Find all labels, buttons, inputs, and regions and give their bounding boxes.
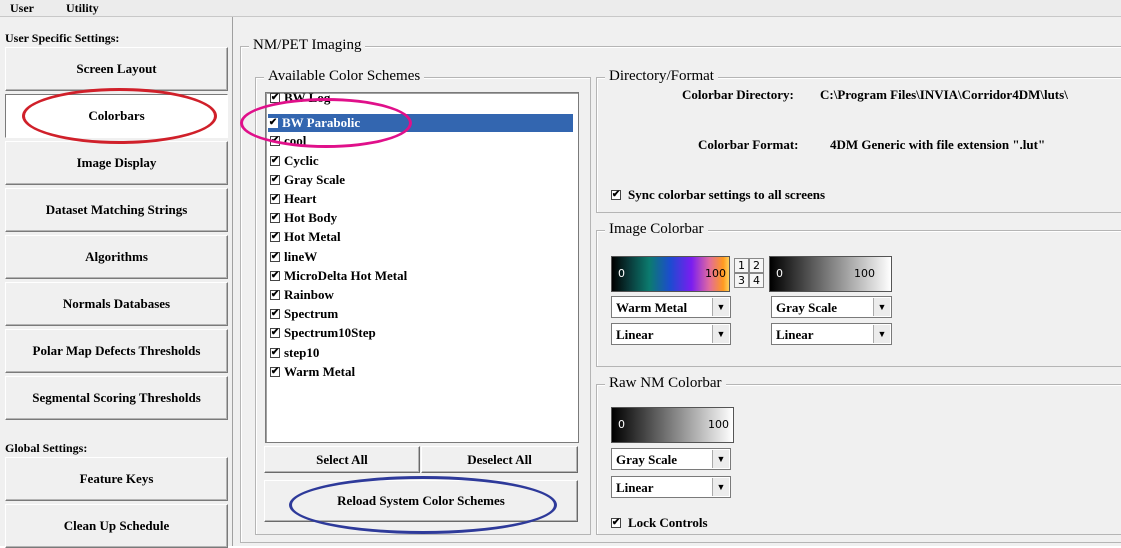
checkbox-checked-icon[interactable]: ✔ [611,190,621,200]
menu-user[interactable]: User [10,1,34,16]
chevron-down-icon[interactable]: ▼ [712,478,729,496]
checkbox-checked-icon[interactable]: ✔ [270,93,280,103]
nm-pet-imaging-title: NM/PET Imaging [249,37,366,54]
main-panel: NM/PET Imaging Available Color Schemes ✔… [233,17,1121,546]
checkbox-checked-icon[interactable]: ✔ [611,518,621,528]
sidebar-item-algorithms[interactable]: Algorithms [5,235,228,279]
chevron-down-icon[interactable]: ▼ [712,298,729,316]
checkbox-checked-icon[interactable]: ✔ [268,118,278,128]
colorbar-directory-label: Colorbar Directory: [682,87,794,102]
image-colorbar-title: Image Colorbar [605,221,708,238]
color-scheme-list[interactable]: ✔ BW Log ✔ BW Parabolic ✔ cool ✔ Cyclic ✔ Gra… [265,92,579,443]
chevron-down-icon[interactable]: ▼ [712,450,729,468]
checkbox-checked-icon[interactable]: ✔ [270,194,280,204]
sync-colorbar-checkbox[interactable]: ✔ Sync colorbar settings to all screens [611,187,825,203]
list-item[interactable]: ✔ cool [270,132,573,150]
checkbox-checked-icon[interactable]: ✔ [270,252,280,262]
checkbox-checked-icon[interactable]: ✔ [270,348,280,358]
list-item[interactable]: ✔ BW Log [270,93,573,107]
checkbox-checked-icon[interactable]: ✔ [270,367,280,377]
available-color-schemes-title: Available Color Schemes [264,68,425,85]
checkbox-checked-icon[interactable]: ✔ [270,290,280,300]
checkbox-checked-icon[interactable]: ✔ [270,309,280,319]
sidebar-item-screen-layout[interactable]: Screen Layout [5,47,228,91]
checkbox-checked-icon[interactable]: ✔ [270,136,280,146]
sidebar-item-dataset-matching-strings[interactable]: Dataset Matching Strings [5,188,228,232]
sidebar: User Specific Settings: Screen Layout Co… [0,17,233,548]
sidebar-item-clean-up-schedule[interactable]: Clean Up Schedule [5,504,228,548]
list-item[interactable]: ✔ Cyclic [270,152,573,170]
layout-grid-3-button[interactable]: 3 [734,273,749,288]
sidebar-item-colorbars[interactable]: Colorbars [5,94,228,138]
checkbox-checked-icon[interactable]: ✔ [270,232,280,242]
colorbar-format-label: Colorbar Format: [698,137,799,152]
reload-system-color-schemes-button[interactable]: Reload System Color Schemes [264,480,578,522]
checkbox-checked-icon[interactable]: ✔ [270,213,280,223]
sidebar-item-segmental-scoring-thresholds[interactable]: Segmental Scoring Thresholds [5,376,228,420]
list-item[interactable]: ✔ step10 [270,344,573,362]
chevron-down-icon[interactable]: ▼ [712,325,729,343]
image-colorbar-1-scheme-select[interactable]: Warm Metal ▼ [611,296,731,318]
layout-grid-2-button[interactable]: 2 [749,258,764,273]
checkbox-checked-icon[interactable]: ✔ [270,156,280,166]
sidebar-item-polar-map-defects-thresholds[interactable]: Polar Map Defects Thresholds [5,329,228,373]
list-item[interactable]: ✔ Heart [270,190,573,208]
list-item[interactable]: ✔ Warm Metal [270,363,573,381]
image-colorbar-2-scale-select[interactable]: Linear ▼ [771,323,892,345]
deselect-all-button[interactable]: Deselect All [421,446,578,473]
list-item[interactable]: ✔ Gray Scale [270,171,573,189]
raw-nm-colorbar[interactable]: 0 100 [611,407,734,443]
sidebar-item-normals-databases[interactable]: Normals Databases [5,282,228,326]
raw-nm-colorbar-title: Raw NM Colorbar [605,375,726,392]
select-all-button[interactable]: Select All [264,446,420,473]
raw-nm-colorbar-scheme-select[interactable]: Gray Scale ▼ [611,448,731,470]
layout-grid-4-button[interactable]: 4 [749,273,764,288]
menu-bar: User Utility [0,0,1121,17]
image-colorbar-2-scheme-select[interactable]: Gray Scale ▼ [771,296,892,318]
list-item[interactable]: ✔ Spectrum10Step [270,324,573,342]
chevron-down-icon[interactable]: ▼ [873,298,890,316]
list-item[interactable]: ✔ lineW [270,248,573,266]
list-item[interactable]: ✔ Spectrum [270,305,573,323]
directory-format-title: Directory/Format [605,68,718,85]
list-item[interactable]: ✔ Hot Body [270,209,573,227]
global-settings-heading: Global Settings: [5,441,88,455]
user-settings-heading: User Specific Settings: [5,31,120,45]
image-colorbar-1-scale-select[interactable]: Linear ▼ [611,323,731,345]
lock-controls-checkbox[interactable]: ✔ Lock Controls [611,515,708,531]
colorbar-directory-value: C:\Program Files\INVIA\Corridor4DM\luts\ [820,87,1068,102]
checkbox-checked-icon[interactable]: ✔ [270,271,280,281]
layout-grid-1-button[interactable]: 1 [734,258,749,273]
checkbox-checked-icon[interactable]: ✔ [270,328,280,338]
list-item[interactable]: ✔ Hot Metal [270,228,573,246]
list-item-selected[interactable]: ✔ BW Parabolic [268,114,573,132]
image-colorbar-2[interactable]: 0 100 [769,256,892,292]
image-colorbar-1[interactable]: 0 100 [611,256,730,292]
raw-nm-colorbar-scale-select[interactable]: Linear ▼ [611,476,731,498]
list-item[interactable]: ✔ MicroDelta Hot Metal [270,267,573,285]
list-item[interactable]: ✔ Rainbow [270,286,573,304]
sidebar-item-feature-keys[interactable]: Feature Keys [5,457,228,501]
checkbox-checked-icon[interactable]: ✔ [270,175,280,185]
menu-utility[interactable]: Utility [66,1,99,16]
chevron-down-icon[interactable]: ▼ [873,325,890,343]
colorbar-format-value: 4DM Generic with file extension ".lut" [830,137,1046,152]
sidebar-item-image-display[interactable]: Image Display [5,141,228,185]
